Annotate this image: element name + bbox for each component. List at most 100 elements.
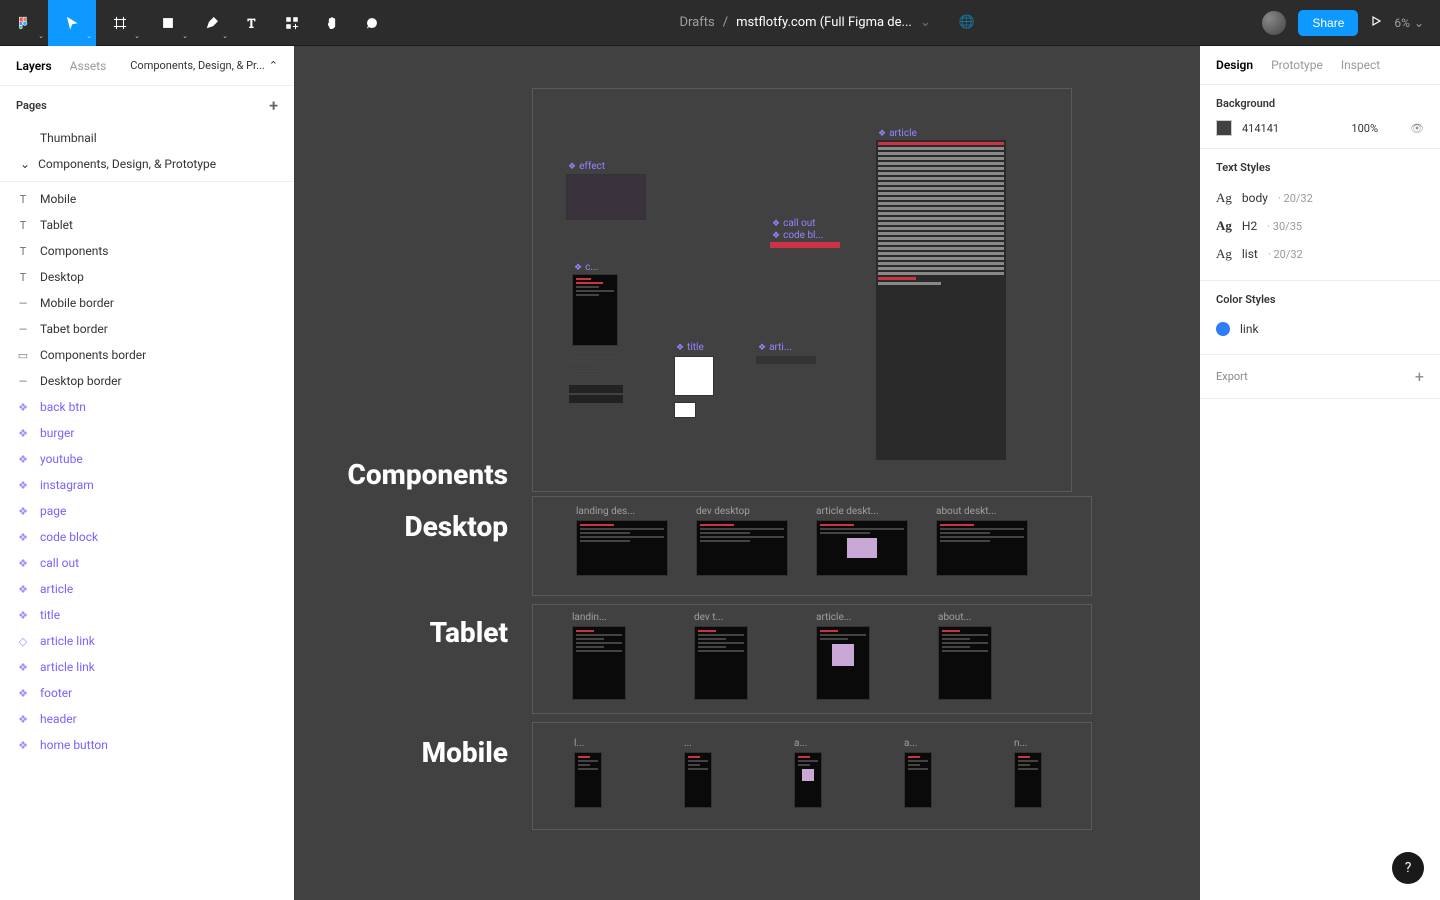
frame-label[interactable]: about deskt... xyxy=(936,506,1026,517)
hand-tool-button[interactable] xyxy=(312,0,352,46)
tab-design[interactable]: Design xyxy=(1216,58,1253,72)
tablet-frame-thumb[interactable] xyxy=(816,626,870,700)
background-swatch[interactable] xyxy=(1216,120,1232,136)
tab-inspect[interactable]: Inspect xyxy=(1341,58,1380,72)
comp-arti-thumb[interactable] xyxy=(756,356,816,364)
pen-tool-button[interactable]: ⌄ xyxy=(192,0,232,46)
move-tool-button[interactable]: ⌄ xyxy=(48,0,96,46)
mobile-frame-thumb[interactable] xyxy=(684,752,712,808)
comp-effect-thumb[interactable] xyxy=(566,174,646,220)
comp-label-article[interactable]: article xyxy=(878,128,917,139)
comp-misc-group[interactable] xyxy=(566,354,626,444)
layer-item[interactable]: ❖footer xyxy=(0,680,294,706)
main-menu-button[interactable]: ⌄ xyxy=(0,0,48,46)
layer-item[interactable]: ❖code block xyxy=(0,524,294,550)
layer-item[interactable]: ❖burger xyxy=(0,420,294,446)
color-style-row[interactable]: link xyxy=(1216,316,1424,342)
desktop-frame-thumb[interactable] xyxy=(816,520,908,576)
comp-label-callout[interactable]: call out xyxy=(772,218,816,229)
frame-label[interactable]: n... xyxy=(1014,738,1044,749)
frame-label[interactable]: a... xyxy=(904,738,934,749)
right-panel: Design Prototype Inspect Background 4141… xyxy=(1200,46,1440,900)
comp-label-c[interactable]: c... xyxy=(574,262,598,273)
text-style-row[interactable]: Aglist · 20/32 xyxy=(1216,240,1424,268)
eye-icon[interactable]: 👁 xyxy=(1410,122,1424,135)
frame-label[interactable]: landin... xyxy=(572,612,632,623)
zoom-control[interactable]: 6% ⌄ xyxy=(1394,16,1424,30)
frame-tool-button[interactable]: ⌄ xyxy=(96,0,144,46)
layer-item[interactable]: ❖article xyxy=(0,576,294,602)
background-row[interactable]: 414141 100% 👁 xyxy=(1216,120,1424,136)
add-export-icon[interactable]: + xyxy=(1415,367,1424,386)
frame-label[interactable]: dev desktop xyxy=(696,506,786,517)
comp-title-thumb[interactable] xyxy=(674,356,714,396)
layer-item[interactable]: ▭Components border xyxy=(0,342,294,368)
frame-label[interactable]: about... xyxy=(938,612,998,623)
tablet-frame-thumb[interactable] xyxy=(694,626,748,700)
layer-item[interactable]: ❖back btn xyxy=(0,394,294,420)
comp-label-arti[interactable]: arti... xyxy=(758,342,792,353)
layer-item[interactable]: ❖header xyxy=(0,706,294,732)
avatar[interactable] xyxy=(1262,11,1286,35)
comp-c-thumb[interactable] xyxy=(572,274,618,346)
tab-assets[interactable]: Assets xyxy=(70,59,107,73)
comp-article-thumb[interactable] xyxy=(876,140,1006,460)
text-style-row[interactable]: Agbody · 20/32 xyxy=(1216,184,1424,212)
text-tool-button[interactable]: T xyxy=(232,0,272,46)
breadcrumb[interactable]: Drafts / mstflotfy.com (Full Figma de...… xyxy=(392,15,1262,30)
mobile-frame-thumb[interactable] xyxy=(1014,752,1042,808)
comment-tool-button[interactable] xyxy=(352,0,392,46)
layer-item[interactable]: ◇article link xyxy=(0,628,294,654)
layer-item[interactable]: TDesktop xyxy=(0,264,294,290)
desktop-frame-thumb[interactable] xyxy=(696,520,788,576)
desktop-frame-thumb[interactable] xyxy=(936,520,1028,576)
present-button[interactable] xyxy=(1370,15,1382,30)
globe-icon[interactable]: 🌐 xyxy=(959,15,975,30)
comp-label-effect[interactable]: effect xyxy=(568,161,605,172)
layer-item[interactable]: TTablet xyxy=(0,212,294,238)
layer-item[interactable]: ❖title xyxy=(0,602,294,628)
comp-title-thumb-2[interactable] xyxy=(674,402,696,418)
frame-label[interactable]: dev t... xyxy=(694,612,754,623)
layer-item[interactable]: —Desktop border xyxy=(0,368,294,394)
chevron-down-icon[interactable]: ⌄ xyxy=(920,15,931,30)
layer-item[interactable]: ❖call out xyxy=(0,550,294,576)
layer-item[interactable]: ❖article link xyxy=(0,654,294,680)
frame-label[interactable]: a... xyxy=(794,738,824,749)
page-selector[interactable]: Components, Design, & Pr...⌃ xyxy=(130,59,278,72)
comp-label-title[interactable]: title xyxy=(676,342,704,353)
page-item-current[interactable]: Components, Design, & Prototype xyxy=(0,151,294,177)
tab-layers[interactable]: Layers xyxy=(16,59,52,73)
tablet-frame-thumb[interactable] xyxy=(938,626,992,700)
layer-item[interactable]: TComponents xyxy=(0,238,294,264)
layer-item[interactable]: —Mobile border xyxy=(0,290,294,316)
tab-prototype[interactable]: Prototype xyxy=(1271,58,1323,72)
layer-item[interactable]: ❖youtube xyxy=(0,446,294,472)
canvas[interactable]: Components Desktop Tablet Mobile effect … xyxy=(294,46,1200,900)
frame-label[interactable]: l... xyxy=(574,738,604,749)
frame-label[interactable]: article deskt... xyxy=(816,506,906,517)
frame-label[interactable]: ... xyxy=(684,738,714,749)
page-item[interactable]: Thumbnail xyxy=(0,125,294,151)
layer-item[interactable]: ❖home button xyxy=(0,732,294,758)
comp-label-codeblock[interactable]: code bl... xyxy=(772,230,823,241)
frame-label[interactable]: article... xyxy=(816,612,876,623)
add-page-icon[interactable]: + xyxy=(269,96,278,115)
pages-list: Thumbnail Components, Design, & Prototyp… xyxy=(0,125,294,177)
layer-item[interactable]: —Tabet border xyxy=(0,316,294,342)
layer-item[interactable]: ❖instagram xyxy=(0,472,294,498)
layer-item[interactable]: ❖page xyxy=(0,498,294,524)
desktop-frame-thumb[interactable] xyxy=(576,520,668,576)
comp-codeblock-thumb[interactable] xyxy=(770,242,840,248)
tablet-frame-thumb[interactable] xyxy=(572,626,626,700)
resources-button[interactable] xyxy=(272,0,312,46)
text-style-row[interactable]: AgH2 · 30/35 xyxy=(1216,212,1424,240)
mobile-frame-thumb[interactable] xyxy=(794,752,822,808)
layer-item[interactable]: TMobile xyxy=(0,186,294,212)
shape-tool-button[interactable]: ⌄ xyxy=(144,0,192,46)
mobile-frame-thumb[interactable] xyxy=(574,752,602,808)
frame-label[interactable]: landing des... xyxy=(576,506,666,517)
mobile-frame-thumb[interactable] xyxy=(904,752,932,808)
share-button[interactable]: Share xyxy=(1298,10,1358,36)
help-button[interactable]: ? xyxy=(1392,852,1424,884)
